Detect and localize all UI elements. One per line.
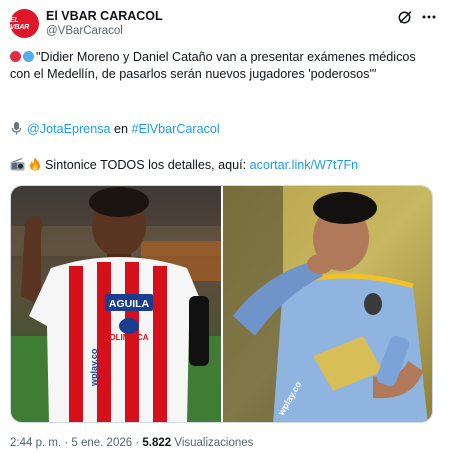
jersey-sponsor-text: AGUILA [109, 298, 150, 310]
tweet-text-cta: Sintonice TODOS los detalles, aquí: acor… [10, 157, 435, 174]
short-link[interactable]: acortar.link/W7t7Fn [250, 158, 359, 172]
mention-link[interactable]: @JotaEprensa [27, 122, 111, 136]
display-name[interactable]: El VBAR CARACOL [46, 9, 163, 23]
tweet-text-credit: @JotaEprensa en #ElVbarCaracol [10, 121, 435, 138]
views-label: Visualizaciones [171, 437, 254, 449]
more-options-icon[interactable] [420, 9, 438, 25]
avatar[interactable]: EL VBAR [10, 9, 39, 38]
post-time[interactable]: 2:44 p. m. [10, 437, 61, 449]
left-sleeve-sponsor: wplay.co [89, 348, 99, 387]
photo-left-player-jersey[interactable]: AGUILA OLIMPICA wplay.co [11, 186, 221, 423]
user-handle[interactable]: @VBarCaracol [46, 25, 123, 37]
connector-text: en [110, 122, 132, 136]
meta-separator-2: · [132, 437, 143, 449]
tweet-card: EL VBAR El VBAR CARACOL @VBarCaracol "Di… [0, 0, 449, 453]
grok-icon[interactable] [397, 9, 413, 25]
hashtag-link[interactable]: #ElVbarCaracol [132, 122, 220, 136]
jersey-sponsor-text-2: OLIMPICA [109, 333, 148, 342]
blue-circle-icon [23, 51, 34, 62]
fire-icon [30, 157, 40, 171]
microphone-icon [11, 122, 22, 135]
meta-separator: · [61, 437, 72, 449]
views-count: 5.822 [142, 437, 172, 449]
cta-text: Sintonice TODOS los detalles, aquí: [45, 158, 250, 172]
quote-text: "Didier Moreno y Daniel Cataño van a pre… [10, 50, 416, 81]
tweet-text-quote: "Didier Moreno y Daniel Cataño van a pre… [10, 49, 435, 82]
tweet-meta: 2:44 p. m. · 5 ene. 2026 · 5.822 Visuali… [10, 437, 253, 449]
post-date[interactable]: 5 ene. 2026 [71, 437, 132, 449]
avatar-logo-text: EL VBAR [10, 16, 30, 31]
radio-icon [10, 158, 25, 171]
photo-right-player-kiss[interactable]: wplay.co [223, 186, 433, 423]
media-grid[interactable]: AGUILA OLIMPICA wplay.co wplay.co [10, 185, 433, 423]
red-circle-icon [10, 51, 21, 62]
